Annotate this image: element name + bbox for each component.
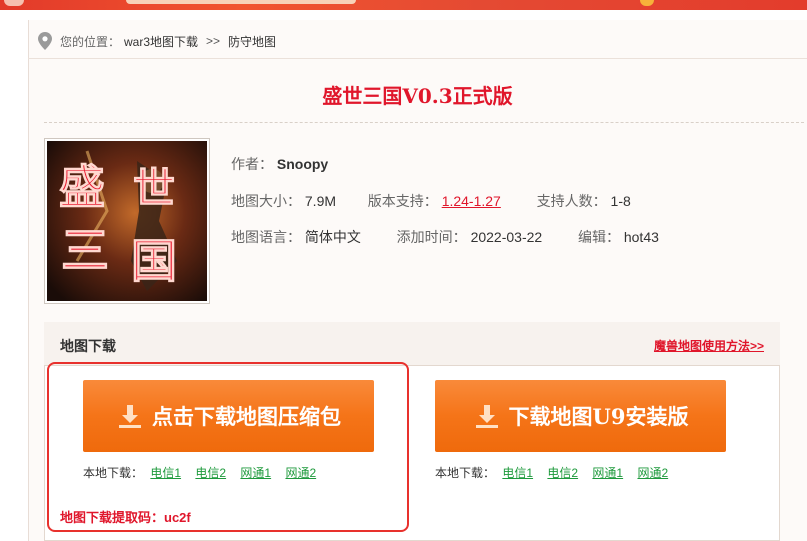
meta-row-1: 地图大小： 7.9M 版本支持： 1.24-1.27 支持人数： 1-8 <box>231 191 631 211</box>
banner-graphic <box>4 0 24 6</box>
download-u9-button[interactable]: 下载地图U9安装版 <box>435 380 726 452</box>
thumbnail-char: 盛 <box>59 160 105 214</box>
added-value: 2022-03-22 <box>470 229 543 245</box>
thumbnail-char: 世 <box>133 164 175 213</box>
local-mirrors-right: 本地下载： 电信1 电信2 网通1 网通2 <box>435 464 675 481</box>
mirror-telecom-1[interactable]: 电信1 <box>502 466 533 480</box>
author-row: 作者： Snoopy <box>231 154 328 174</box>
breadcrumb-link-war3-maps[interactable]: war3地图下载 <box>124 33 198 50</box>
mirror-telecom-2[interactable]: 电信2 <box>547 466 578 480</box>
location-pin-icon <box>38 32 52 50</box>
version-label: 版本支持： <box>367 193 438 209</box>
thumbnail-char: 国 <box>131 234 177 288</box>
mirror-netcom-1[interactable]: 网通1 <box>592 466 623 480</box>
language-label: 地图语言： <box>231 229 301 245</box>
author-label: 作者： <box>231 156 273 172</box>
editor-value: hot43 <box>623 229 659 245</box>
size-value: 7.9M <box>304 193 337 209</box>
download-u9-label: 下载地图U9安装版 <box>508 404 689 429</box>
top-banner-strip <box>0 0 807 10</box>
breadcrumb: 您的位置： war3地图下载 >> 防守地图 <box>28 24 807 59</box>
language-value: 简体中文 <box>304 229 361 245</box>
map-thumbnail: 盛 世 三 国 <box>44 138 210 304</box>
banner-graphic <box>640 0 654 6</box>
version-link[interactable]: 1.24-1.27 <box>442 193 501 209</box>
meta-row-2: 地图语言： 简体中文 添加时间： 2022-03-22 编辑： hot43 <box>231 227 659 247</box>
size-label: 地图大小： <box>231 193 301 209</box>
thumbnail-char: 三 <box>61 223 109 279</box>
players-label: 支持人数： <box>536 193 607 209</box>
mirror-netcom-2[interactable]: 网通2 <box>637 466 668 480</box>
breadcrumb-prefix: 您的位置： <box>60 34 121 49</box>
players-value: 1-8 <box>610 193 631 209</box>
breadcrumb-link-defense-maps[interactable]: 防守地图 <box>228 33 276 50</box>
howto-link[interactable]: 魔兽地图使用方法>> <box>654 337 764 354</box>
author-value: Snoopy <box>276 156 329 172</box>
added-label: 添加时间： <box>396 229 467 245</box>
page-title: 盛世三国V0.3正式版 <box>322 84 513 108</box>
title-divider <box>44 122 804 123</box>
download-heading: 地图下载 <box>60 338 116 354</box>
download-header: 地图下载 魔兽地图使用方法>> <box>44 322 780 366</box>
banner-graphic <box>126 0 356 4</box>
highlight-frame <box>47 362 409 532</box>
local-download-label: 本地下载： <box>435 466 496 480</box>
editor-label: 编辑： <box>577 229 620 245</box>
breadcrumb-separator: >> <box>206 34 221 48</box>
download-icon <box>473 402 501 430</box>
